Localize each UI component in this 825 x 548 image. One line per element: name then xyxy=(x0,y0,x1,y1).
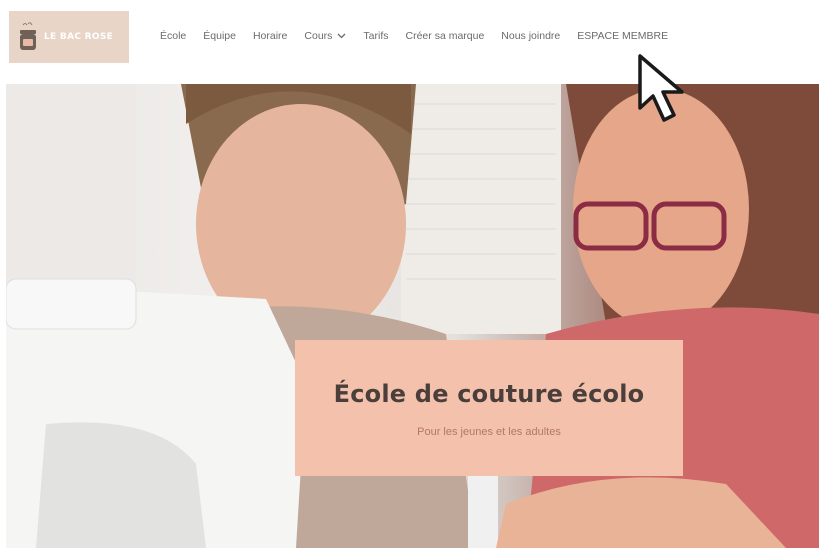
nav-item-espace-membre[interactable]: ESPACE MEMBRE xyxy=(577,30,668,42)
jar-logo-icon xyxy=(20,22,36,50)
nav-item-tarifs[interactable]: Tarifs xyxy=(363,30,388,42)
site-header: LE BAC ROSE École Équipe Horaire Cours T… xyxy=(0,0,825,80)
mouse-pointer-icon xyxy=(638,54,684,122)
nav-item-ecole[interactable]: École xyxy=(160,30,186,42)
nav-item-creer-sa-marque[interactable]: Créer sa marque xyxy=(406,30,485,42)
hero-subtitle: Pour les jeunes et les adultes xyxy=(417,426,561,438)
nav-item-equipe[interactable]: Équipe xyxy=(203,30,236,42)
hero-title: École de couture écolo xyxy=(333,380,645,408)
brand-name: LE BAC ROSE xyxy=(44,32,114,42)
nav-item-cours[interactable]: Cours xyxy=(304,30,346,42)
hero-photo xyxy=(6,84,819,548)
brand-logo[interactable]: LE BAC ROSE xyxy=(9,11,129,63)
nav-item-nous-joindre[interactable]: Nous joindre xyxy=(501,30,560,42)
hero-card: École de couture écolo Pour les jeunes e… xyxy=(295,340,683,476)
hero-banner: École de couture écolo Pour les jeunes e… xyxy=(6,84,819,548)
main-nav: École Équipe Horaire Cours Tarifs Créer … xyxy=(160,30,668,42)
nav-item-cours-label: Cours xyxy=(304,30,333,42)
nav-item-horaire[interactable]: Horaire xyxy=(253,30,287,42)
chevron-down-icon[interactable] xyxy=(337,33,346,39)
